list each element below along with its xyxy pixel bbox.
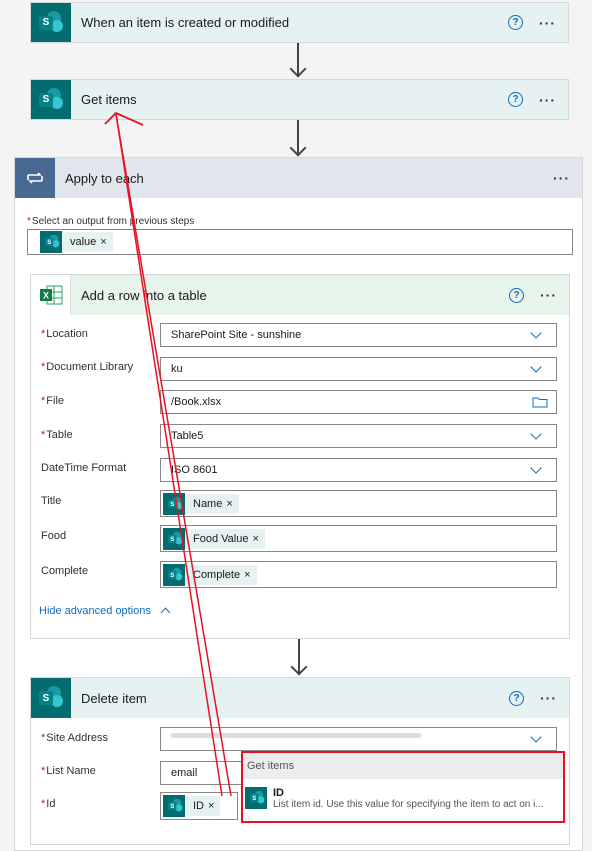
value-token[interactable]: S value × (40, 231, 113, 253)
file-label: *File (41, 395, 65, 407)
loop-icon (15, 158, 55, 198)
help-icon[interactable]: ? (509, 690, 524, 706)
sharepoint-icon: S (245, 787, 267, 809)
chevron-up-icon (160, 607, 171, 618)
folder-icon[interactable] (532, 396, 548, 408)
list-name-label: *List Name (41, 765, 96, 777)
select-output-field[interactable]: S value × (27, 229, 573, 255)
apply-to-each-card[interactable]: Apply to each ··· *Select an output from… (14, 157, 583, 851)
sharepoint-icon: S (163, 563, 185, 586)
get-items-title: Get items (81, 92, 137, 107)
document-library-dropdown[interactable]: ku (160, 357, 557, 381)
location-label: *Location (41, 328, 88, 340)
complete-label: Complete (41, 565, 89, 577)
dynamic-content-popup[interactable]: Get items S ID List item id. Use this va… (241, 751, 565, 823)
remove-token-icon[interactable]: × (226, 498, 238, 510)
popup-item-id[interactable]: S ID List item id. Use this value for sp… (243, 779, 563, 810)
chevron-down-icon (530, 462, 542, 474)
apply-to-each-title: Apply to each (65, 170, 144, 186)
popup-item-description: List item id. Use this value for specify… (273, 799, 544, 810)
delete-item-header[interactable]: S Delete item ? ··· (31, 678, 569, 718)
get-items-card-header[interactable]: S Get items ? ··· (31, 80, 568, 119)
document-library-label: *Document Library (41, 361, 134, 373)
more-options-icon[interactable]: ··· (540, 690, 557, 706)
add-row-card[interactable]: X Add a row into a table ? ··· *Location… (30, 274, 570, 639)
apply-to-each-header[interactable]: Apply to each ··· (15, 158, 582, 198)
delete-item-title: Delete item (81, 690, 147, 706)
sharepoint-icon: S (31, 678, 71, 718)
more-options-icon[interactable]: ··· (553, 170, 570, 186)
remove-token-icon[interactable]: × (244, 569, 256, 581)
name-token[interactable]: S Name × (163, 492, 239, 515)
add-row-header[interactable]: X Add a row into a table ? ··· (31, 275, 569, 315)
arrow-down-icon (289, 139, 307, 157)
location-dropdown[interactable]: SharePoint Site - sunshine (160, 323, 557, 347)
food-value-token[interactable]: S Food Value × (163, 527, 265, 550)
arrow-down-icon (289, 60, 307, 78)
more-options-icon[interactable]: ··· (539, 92, 556, 108)
hide-advanced-options-link[interactable]: Hide advanced options (39, 605, 171, 618)
id-token[interactable]: S ID × (163, 795, 221, 817)
remove-token-icon[interactable]: × (252, 533, 264, 545)
title-label: Title (41, 495, 62, 507)
trigger-title: When an item is created or modified (81, 15, 290, 30)
remove-token-icon[interactable]: × (100, 236, 112, 248)
title-field[interactable]: S Name × (160, 490, 557, 517)
sharepoint-icon: S (40, 231, 62, 253)
site-address-dropdown[interactable] (160, 727, 557, 751)
table-label: *Table (41, 429, 73, 441)
popup-item-name: ID (273, 787, 284, 799)
get-items-card[interactable]: S Get items ? ··· (30, 79, 569, 120)
chevron-down-icon (530, 361, 542, 373)
sharepoint-icon: S (163, 795, 185, 817)
datetime-format-label: DateTime Format (41, 462, 127, 474)
chevron-down-icon (530, 327, 542, 339)
table-dropdown[interactable]: Table5 (160, 424, 557, 448)
chevron-down-icon (530, 428, 542, 440)
sharepoint-icon: S (163, 492, 185, 515)
file-field[interactable]: /Book.xlsx (160, 390, 557, 414)
remove-token-icon[interactable]: × (208, 800, 220, 812)
more-options-icon[interactable]: ··· (540, 287, 557, 303)
datetime-format-dropdown[interactable]: ISO 8601 (160, 458, 557, 482)
sharepoint-icon: S (31, 3, 71, 42)
help-icon[interactable]: ? (508, 15, 523, 30)
complete-field[interactable]: S Complete × (160, 561, 557, 588)
more-options-icon[interactable]: ··· (539, 15, 556, 31)
complete-token[interactable]: S Complete × (163, 563, 257, 586)
trigger-card-header[interactable]: S When an item is created or modified ? … (31, 3, 568, 42)
chevron-down-icon (530, 731, 542, 743)
select-output-label: *Select an output from previous steps (27, 216, 195, 227)
food-label: Food (41, 530, 67, 542)
arrow-down-icon (290, 658, 308, 676)
sharepoint-icon: S (31, 80, 71, 119)
trigger-card[interactable]: S When an item is created or modified ? … (30, 2, 569, 43)
excel-icon: X (31, 275, 71, 315)
id-field[interactable]: S ID × (160, 792, 238, 820)
help-icon[interactable]: ? (508, 92, 523, 107)
food-field[interactable]: S Food Value × (160, 525, 557, 552)
popup-section-header: Get items (243, 753, 563, 779)
svg-text:X: X (42, 291, 48, 301)
sharepoint-icon: S (163, 527, 185, 550)
id-label: *Id (41, 798, 56, 810)
site-address-value-blurred (171, 732, 421, 738)
site-address-label: *Site Address (41, 732, 109, 744)
add-row-title: Add a row into a table (81, 287, 207, 303)
help-icon[interactable]: ? (509, 287, 524, 303)
